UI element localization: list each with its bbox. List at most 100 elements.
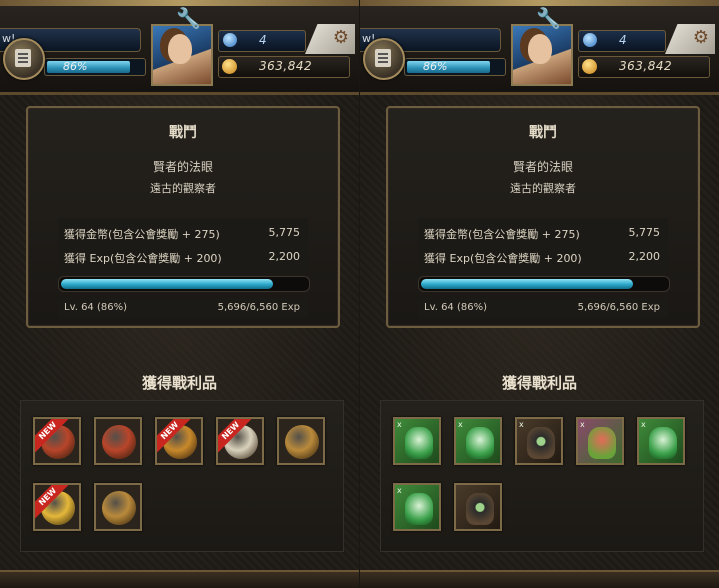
avatar[interactable] [151, 24, 213, 86]
stage-subtitle: 遠古的觀察者 [150, 182, 216, 195]
serpent-icon [466, 427, 494, 459]
avatar-face-icon [528, 34, 552, 64]
gem-counter: 4 [578, 30, 666, 52]
eye-witch-icon [649, 427, 677, 459]
battle-title: 戰鬥 [169, 125, 197, 141]
loot-item[interactable] [277, 417, 325, 465]
gold-value: 5,775 [628, 226, 661, 239]
avatar[interactable] [511, 24, 573, 86]
level-row: Lv. 64 (86%) 5,696/6,560 Exp [418, 298, 668, 318]
gear-icon: ⚙ [332, 27, 349, 48]
coin-counter: 363,842 [578, 56, 710, 78]
wrench-icon[interactable]: 🔧 [176, 6, 206, 30]
menu-button[interactable] [3, 38, 45, 80]
gold-label: 獲得金幣(包含公會獎勵 + 275) [424, 228, 580, 241]
stage-name: 賢者的法眼 [152, 160, 213, 174]
loot-item[interactable]: x [576, 417, 624, 465]
exp-progress: 5,696/6,560 Exp [577, 302, 660, 313]
loot-item[interactable]: NEW [216, 417, 264, 465]
exp-fill [61, 279, 273, 289]
menu-icon [15, 49, 31, 67]
battle-title: 戰鬥 [529, 125, 557, 141]
exp-value: 2,200 [628, 250, 661, 263]
loot-title: 獲得戰利品 [141, 374, 217, 392]
loot-item[interactable] [94, 483, 142, 531]
exp-label: 獲得 Exp(包含公會獎勵 + 200) [64, 252, 222, 265]
exp-fill [421, 279, 633, 289]
coin-count: 363,842 [259, 59, 313, 73]
menu-button[interactable] [363, 38, 405, 80]
panel-right: w! 86% 🔧 4 363,842 ⚙ 戰鬥 賢者的法眼 遠古的觀察者 獲得金… [360, 0, 719, 588]
avatar-face-icon [168, 34, 192, 64]
loot-item[interactable] [94, 417, 142, 465]
settings-button[interactable]: ⚙ [665, 24, 715, 54]
gold-value: 5,775 [268, 226, 301, 239]
exp-bar [58, 276, 310, 292]
loot-item[interactable]: x [515, 417, 563, 465]
panel-left: w! 86% 🔧 4 363,842 ⚙ 戰鬥 賢者的法眼 遠古的觀察者 獲得金… [0, 0, 359, 588]
stage-subtitle: 遠古的觀察者 [510, 182, 576, 195]
eye-witch-icon [527, 427, 555, 459]
settings-button[interactable]: ⚙ [305, 24, 355, 54]
menu-icon [375, 49, 391, 67]
top-bar: w! 86% 🔧 4 363,842 ⚙ [360, 0, 719, 95]
stamina-percent: 86% [423, 60, 448, 73]
gem-icon [223, 33, 237, 47]
serpent-icon [405, 427, 433, 459]
bottom-frame [360, 570, 719, 588]
gem-count: 4 [619, 33, 627, 47]
exp-label: 獲得 Exp(包含公會獎勵 + 200) [424, 252, 582, 265]
stage-name: 賢者的法眼 [512, 160, 573, 174]
level-row: Lv. 64 (86%) 5,696/6,560 Exp [58, 298, 308, 318]
reward-summary: 獲得金幣(包含公會獎勵 + 275) 5,775 獲得 Exp(包含公會獎勵 +… [418, 218, 668, 274]
loot-item[interactable]: NEW [155, 417, 203, 465]
stamina-fill [407, 61, 490, 73]
screen: w! 86% 🔧 4 363,842 ⚙ 戰鬥 賢者的法眼 遠古的觀察者 獲得金… [0, 0, 719, 588]
loot-item[interactable] [454, 483, 502, 531]
loot-item[interactable]: x [637, 417, 685, 465]
stamina-bar: 86% [44, 58, 146, 76]
coin-icon [222, 59, 237, 74]
exp-progress: 5,696/6,560 Exp [217, 302, 300, 313]
card-tag: x [397, 486, 402, 495]
loot-item[interactable]: NEW [33, 483, 81, 531]
stamina-percent: 86% [63, 60, 88, 73]
exp-bar [418, 276, 670, 292]
card-tag: x [397, 420, 402, 429]
stamina-bar: 86% [404, 58, 506, 76]
loot-item[interactable]: x [454, 417, 502, 465]
gear-icon: ⚙ [692, 27, 709, 48]
gem-counter: 4 [218, 30, 306, 52]
medal-icon [285, 425, 319, 459]
coin-icon [582, 59, 597, 74]
gold-label: 獲得金幣(包含公會獎勵 + 275) [64, 228, 220, 241]
battle-result-panel: 戰鬥 賢者的法眼 遠古的觀察者 獲得金幣(包含公會獎勵 + 275) 5,775… [26, 106, 340, 328]
bottom-frame [0, 570, 359, 588]
top-bar: w! 86% 🔧 4 363,842 ⚙ [0, 0, 359, 95]
loot-title: 獲得戰利品 [501, 374, 577, 392]
coin-counter: 363,842 [218, 56, 350, 78]
loot-grid: NEW NEW NEW NEW [20, 400, 344, 552]
card-tag: x [519, 420, 524, 429]
reward-summary: 獲得金幣(包含公會獎勵 + 275) 5,775 獲得 Exp(包含公會獎勵 +… [58, 218, 308, 274]
medal-icon [102, 425, 136, 459]
eye-witch-icon [466, 493, 494, 525]
medal-icon [102, 491, 136, 525]
loot-item[interactable]: NEW [33, 417, 81, 465]
exp-value: 2,200 [268, 250, 301, 263]
card-tag: x [458, 420, 463, 429]
level-text: Lv. 64 (86%) [424, 302, 488, 313]
wrench-icon[interactable]: 🔧 [536, 6, 566, 30]
loot-item[interactable]: x [393, 483, 441, 531]
card-tag: x [580, 420, 585, 429]
plant-icon [405, 493, 433, 525]
loot-grid: x x x x x x [380, 400, 704, 552]
gem-icon [583, 33, 597, 47]
level-text: Lv. 64 (86%) [64, 302, 128, 313]
coin-count: 363,842 [619, 59, 673, 73]
loot-item[interactable]: x [393, 417, 441, 465]
gem-count: 4 [259, 33, 267, 47]
card-tag: x [641, 420, 646, 429]
stamina-fill [47, 61, 130, 73]
battle-result-panel: 戰鬥 賢者的法眼 遠古的觀察者 獲得金幣(包含公會獎勵 + 275) 5,775… [386, 106, 700, 328]
